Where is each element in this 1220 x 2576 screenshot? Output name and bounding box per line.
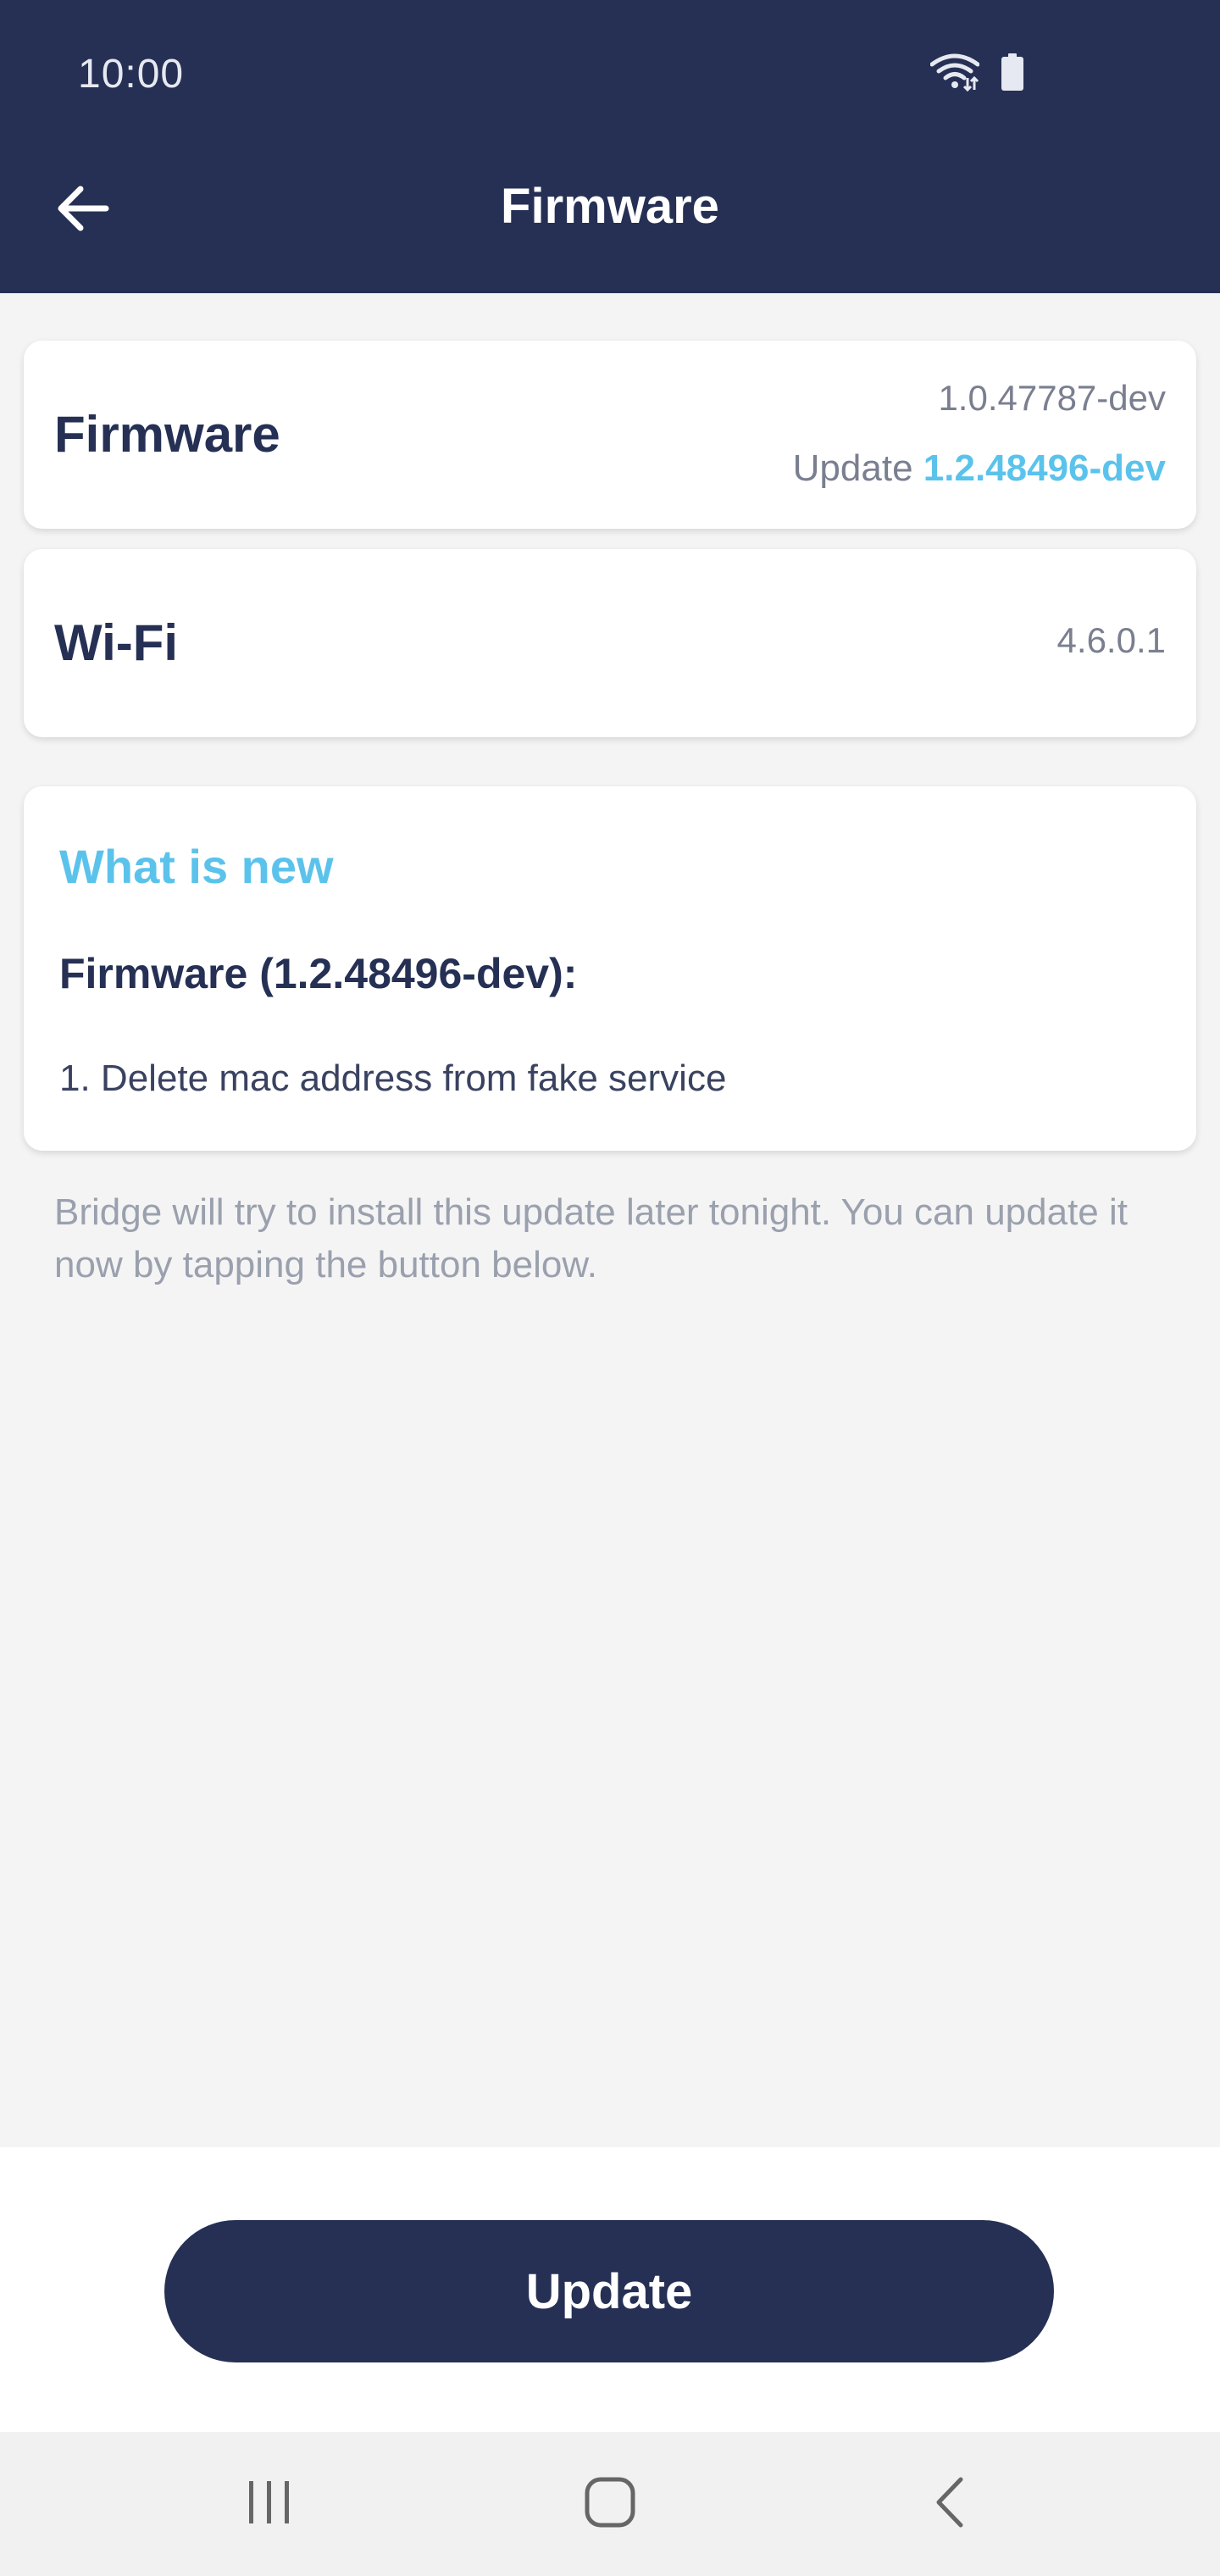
firmware-update-prefix: Update xyxy=(792,447,913,489)
wifi-card: Wi-Fi 4.6.0.1 xyxy=(24,549,1196,737)
firmware-update-line: Update 1.2.48496-dev xyxy=(793,447,1166,490)
app-header: 10:00 Firmware xyxy=(0,0,1220,293)
wifi-version: 4.6.0.1 xyxy=(1056,620,1166,660)
back-icon xyxy=(932,2476,969,2533)
recents-button[interactable] xyxy=(219,2468,320,2540)
firmware-label: Firmware xyxy=(54,406,280,463)
home-icon xyxy=(584,2476,636,2533)
whats-new-subtitle: Firmware (1.2.48496-dev): xyxy=(59,950,578,997)
whats-new-title: What is new xyxy=(59,840,334,893)
battery-icon xyxy=(1001,53,1023,91)
status-time: 10:00 xyxy=(78,52,185,97)
firmware-card: Firmware 1.0.47787-dev Update 1.2.48496-… xyxy=(24,341,1196,529)
home-button[interactable] xyxy=(559,2468,661,2540)
update-button[interactable]: Update xyxy=(164,2220,1054,2362)
page-title: Firmware xyxy=(501,179,719,234)
list-item: 1. Delete mac address from fake service xyxy=(59,1058,727,1099)
wifi-label: Wi-Fi xyxy=(54,614,179,671)
system-back-button[interactable] xyxy=(900,2468,1001,2540)
firmware-current-version: 1.0.47787-dev xyxy=(938,378,1166,418)
bottom-action-panel: Update xyxy=(0,2147,1220,2432)
app-root: 10:00 Firmware Firmware 1.0.47787-dev Up… xyxy=(0,0,1220,2576)
wifi-icon xyxy=(930,53,979,92)
firmware-update-version: 1.2.48496-dev xyxy=(923,447,1166,489)
status-icons xyxy=(930,53,1023,92)
system-nav-bar xyxy=(0,2432,1220,2576)
whats-new-card: What is new Firmware (1.2.48496-dev): 1.… xyxy=(24,786,1196,1151)
update-info-text: Bridge will try to install this update l… xyxy=(54,1191,1128,1285)
recents-icon xyxy=(244,2479,295,2529)
